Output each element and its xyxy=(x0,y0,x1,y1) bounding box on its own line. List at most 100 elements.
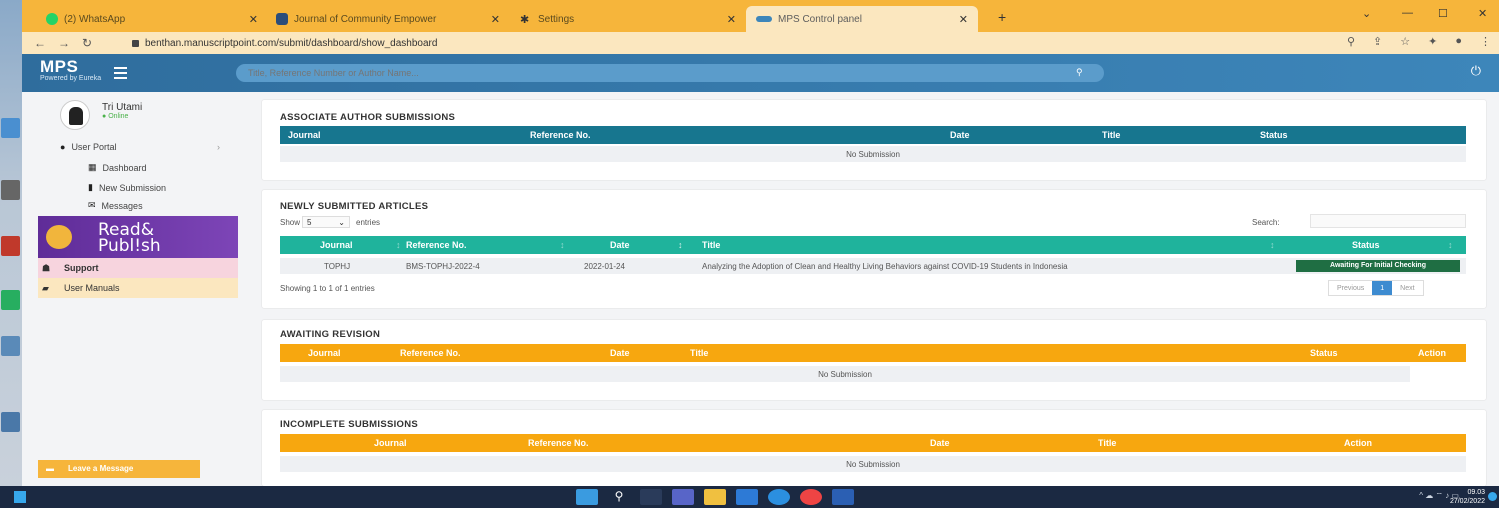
chrome-icon[interactable] xyxy=(800,489,822,505)
journal-icon xyxy=(276,13,288,25)
app-header: MPS Powered by Eureka ⚲ ⏻ xyxy=(22,54,1499,92)
minimize-button[interactable]: — xyxy=(1402,7,1413,19)
search-icon[interactable]: ⚲ xyxy=(1076,67,1083,78)
table-row[interactable]: TOPHJ BMS-TOPHJ-2022-4 2022-01-24 Analyz… xyxy=(280,258,1466,274)
read-publish-banner[interactable]: Read& Publ!sh xyxy=(38,216,238,258)
book-icon: ▰ xyxy=(42,283,49,293)
sidebar-item-user-manuals[interactable]: ▰ User Manuals xyxy=(38,278,238,298)
table-header: Journal Reference No. Date Title Action xyxy=(280,434,1466,452)
desktop-icon[interactable] xyxy=(1,180,20,200)
envelope-icon: ✉ xyxy=(88,200,96,210)
empty-message: No Submission xyxy=(280,366,1410,382)
search-icon[interactable]: ⚲ xyxy=(608,489,630,505)
sidebar-item-new-submission[interactable]: ▮ New Submission xyxy=(88,182,166,193)
extensions-icon[interactable]: ✦ xyxy=(1428,35,1437,48)
browser-window: (2) WhatsApp ✕ Journal of Community Empo… xyxy=(22,0,1499,486)
chat-icon[interactable] xyxy=(672,489,694,505)
empty-message: No Submission xyxy=(280,146,1466,162)
star-icon[interactable]: ☆ xyxy=(1400,35,1410,48)
address-bar: ← → ↻ benthan.manuscriptpoint.com/submit… xyxy=(22,32,1499,54)
mail-icon[interactable] xyxy=(736,489,758,505)
url-field[interactable]: benthan.manuscriptpoint.com/submit/dashb… xyxy=(132,35,1292,51)
notification-icon[interactable] xyxy=(1488,492,1497,501)
desktop-icon[interactable] xyxy=(1,412,20,432)
page-1-button[interactable]: 1 xyxy=(1372,281,1393,295)
panel-title: NEWLY SUBMITTED ARTICLES xyxy=(280,201,429,212)
sort-icon[interactable]: ↕ xyxy=(1448,240,1453,250)
tab-journal[interactable]: Journal of Community Empower ✕ xyxy=(266,6,510,32)
sidebar-item-dashboard[interactable]: ▦ Dashboard xyxy=(88,162,147,173)
dashboard-icon: ▦ xyxy=(88,162,97,172)
desktop-icon[interactable] xyxy=(1,290,20,310)
close-icon[interactable]: ✕ xyxy=(727,13,736,26)
taskbar: ⚲ ^ ☁ ⌔ ♪ ▭ 09.03 27/02/2022 xyxy=(0,486,1499,508)
windows-start-icon[interactable] xyxy=(14,491,26,503)
sort-icon[interactable]: ↕ xyxy=(560,240,565,250)
search-input[interactable] xyxy=(236,64,1104,82)
sort-icon[interactable]: ↕ xyxy=(1270,240,1275,250)
status-badge: Awaiting For Initial Checking xyxy=(1296,260,1460,272)
desktop-icon[interactable] xyxy=(1,336,20,356)
sort-icon[interactable]: ↕ xyxy=(396,240,401,250)
newly-submitted-panel: NEWLY SUBMITTED ARTICLES Show 5 ⌄ entrie… xyxy=(262,190,1486,308)
book-icon xyxy=(46,225,72,249)
user-status: ● Online xyxy=(102,113,129,120)
chevron-right-icon: › xyxy=(217,142,220,152)
tab-whatsapp[interactable]: (2) WhatsApp ✕ xyxy=(36,6,268,32)
close-icon[interactable]: ✕ xyxy=(959,13,968,26)
sidebar-item-messages[interactable]: ✉ Messages xyxy=(88,200,143,211)
chevron-down-icon[interactable]: ⌄ xyxy=(1362,7,1371,20)
desktop-icon[interactable] xyxy=(1,236,20,256)
clock[interactable]: 09.03 27/02/2022 xyxy=(1450,488,1485,506)
menu-icon[interactable]: ⋮ xyxy=(1480,35,1491,48)
panel-title: INCOMPLETE SUBMISSIONS xyxy=(280,419,419,430)
new-tab-button[interactable]: + xyxy=(998,9,1006,25)
power-icon[interactable]: ⏻ xyxy=(1471,63,1481,79)
pagination: Previous 1 Next xyxy=(1328,280,1424,296)
user-profile: Tri Utami ● Online xyxy=(60,100,142,130)
word-icon[interactable] xyxy=(832,489,854,505)
sort-icon[interactable]: ↕ xyxy=(678,240,683,250)
maximize-button[interactable]: ☐ xyxy=(1438,7,1448,20)
sidebar: Tri Utami ● Online ● User Portal › ▦ Das… xyxy=(22,92,238,486)
hat-icon: ☗ xyxy=(42,263,51,273)
table-info: Showing 1 to 1 of 1 entries xyxy=(280,284,375,293)
table-header: Journal Reference No. Date Title Status xyxy=(280,126,1466,144)
desktop-icon[interactable] xyxy=(1,118,20,138)
tab-mps-control-panel[interactable]: MPS Control panel ✕ xyxy=(746,6,978,32)
panel-title: ASSOCIATE AUTHOR SUBMISSIONS xyxy=(280,112,456,123)
folder-icon[interactable] xyxy=(704,489,726,505)
brand-logo[interactable]: MPS Powered by Eureka xyxy=(40,57,101,82)
share-icon[interactable]: ⇪ xyxy=(1373,35,1382,48)
edge-icon[interactable] xyxy=(768,489,790,505)
sidebar-item-support[interactable]: ☗ Support xyxy=(38,258,238,278)
desktop-edge xyxy=(0,0,22,486)
leave-message-button[interactable]: ▬ Leave a Message xyxy=(38,460,200,478)
profile-icon[interactable]: ● xyxy=(1455,35,1462,48)
hamburger-menu-icon[interactable] xyxy=(114,67,127,82)
windows-icon[interactable] xyxy=(576,489,598,505)
close-icon[interactable]: ✕ xyxy=(491,13,500,26)
table-search-input[interactable] xyxy=(1310,214,1466,228)
close-icon[interactable]: ✕ xyxy=(249,13,258,26)
table-header: Journal Reference No. Date Title Status … xyxy=(280,344,1466,362)
mps-icon xyxy=(756,16,772,22)
task-view-icon[interactable] xyxy=(640,489,662,505)
reload-icon[interactable]: ↻ xyxy=(82,36,92,50)
awaiting-revision-panel: AWAITING REVISION Journal Reference No. … xyxy=(262,320,1486,400)
panel-title: AWAITING REVISION xyxy=(280,329,381,340)
empty-message: No Submission xyxy=(280,456,1466,472)
forward-icon[interactable]: → xyxy=(58,36,70,50)
tab-settings[interactable]: ✱ Settings ✕ xyxy=(510,6,746,32)
whatsapp-icon xyxy=(46,13,58,25)
sidebar-item-user-portal[interactable]: ● User Portal › xyxy=(60,142,220,152)
next-page-button[interactable]: Next xyxy=(1392,281,1422,295)
entries-select[interactable]: 5 ⌄ xyxy=(302,216,350,228)
avatar xyxy=(60,100,90,130)
zoom-icon[interactable]: ⚲ xyxy=(1347,35,1355,48)
back-icon[interactable]: ← xyxy=(34,36,46,50)
user-name: Tri Utami xyxy=(102,102,143,113)
lock-icon xyxy=(132,39,139,47)
previous-page-button[interactable]: Previous xyxy=(1329,281,1372,295)
close-window-button[interactable]: ✕ xyxy=(1478,7,1487,20)
